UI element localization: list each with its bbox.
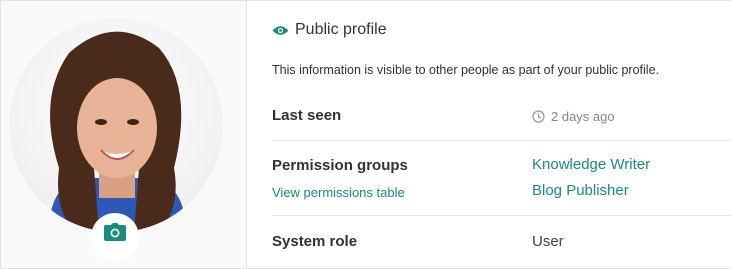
group-blog-publisher-link[interactable]: Blog Publisher <box>532 182 629 199</box>
section-title: Public profile <box>295 21 387 38</box>
avatar-photo <box>9 18 223 232</box>
divider <box>272 215 731 216</box>
avatar[interactable] <box>9 18 223 232</box>
system-role-label: System role <box>272 233 358 250</box>
last-seen-label: Last seen <box>272 107 342 124</box>
section-description: This information is visible to other peo… <box>272 63 659 77</box>
eye-icon <box>272 25 289 35</box>
change-photo-button[interactable] <box>91 213 139 261</box>
permission-groups-label: Permission groups <box>272 157 408 174</box>
profile-details: Public profile This information is visib… <box>247 1 731 268</box>
last-seen-text: 2 days ago <box>551 109 615 124</box>
last-seen-value: 2 days ago <box>532 109 615 124</box>
system-role-value: User <box>532 233 564 250</box>
avatar-panel <box>1 1 247 268</box>
section-header: Public profile <box>272 21 387 39</box>
camera-icon <box>104 223 126 241</box>
group-knowledge-writer-link[interactable]: Knowledge Writer <box>532 156 650 173</box>
clock-icon <box>532 110 545 123</box>
divider <box>272 140 731 141</box>
profile-card: Public profile This information is visib… <box>0 0 731 269</box>
view-permissions-link[interactable]: View permissions table <box>272 185 405 200</box>
